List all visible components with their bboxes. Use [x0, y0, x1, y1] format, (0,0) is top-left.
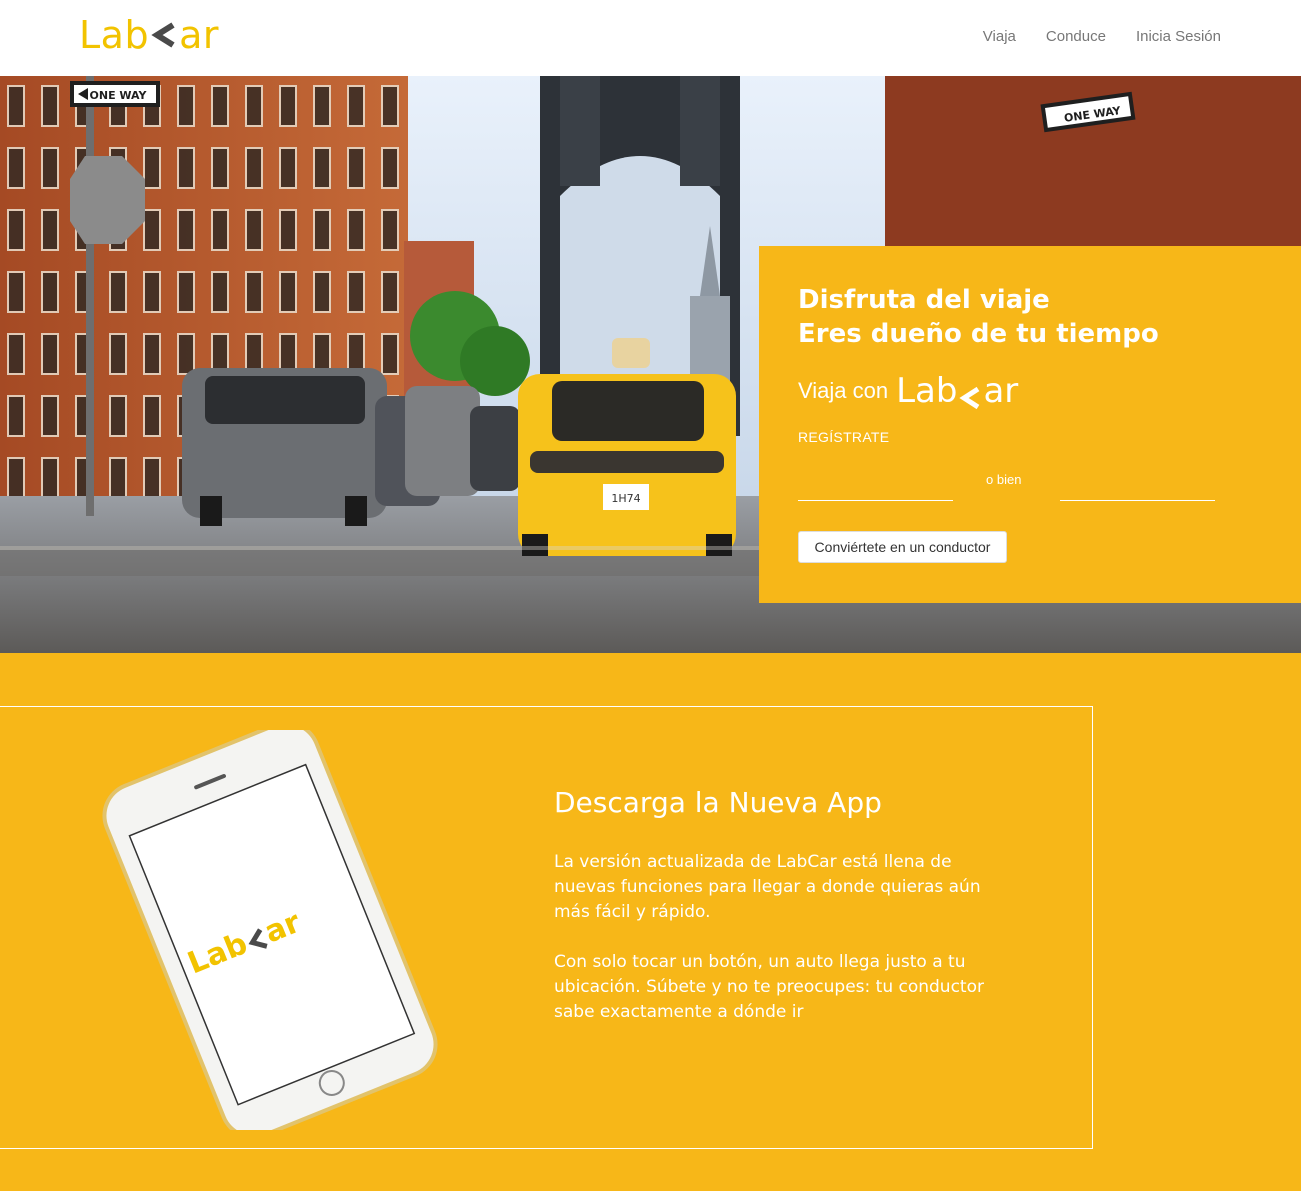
- nav-link-viaja[interactable]: Viaja: [983, 28, 1016, 45]
- nav-link-conduce[interactable]: Conduce: [1046, 28, 1106, 45]
- hero-headline-line2: Eres dueño de tu tiempo: [798, 319, 1159, 349]
- one-way-sign-left-text: ONE WAY: [90, 89, 148, 102]
- viaja-con-row: Viaja con Lab ar: [798, 371, 1018, 411]
- app-paragraph-1: La versión actualizada de LabCar está ll…: [554, 852, 981, 922]
- app-section-title: Descarga la Nueva App: [554, 786, 882, 819]
- divider-left: [798, 500, 953, 501]
- hero-headline: Disfruta del viaje Eres dueño de tu tiem…: [798, 283, 1159, 351]
- chevron-left-icon: [151, 21, 177, 49]
- main-nav: Viaja Conduce Inicia Sesión: [983, 28, 1221, 45]
- site-header: Lab ar Viaja Conduce Inicia Sesión: [0, 0, 1301, 76]
- hero-section: ONE WAY ONE WAY 1H74 Disfruta del viaje …: [0, 76, 1301, 653]
- hero-headline-line1: Disfruta del viaje: [798, 285, 1050, 315]
- logo-text-lab: Lab: [896, 371, 958, 411]
- divider-right: [1060, 500, 1215, 501]
- viaja-con-text: Viaja con: [798, 378, 889, 403]
- chevron-left-icon: [959, 379, 981, 410]
- logo-text-ar: ar: [983, 371, 1019, 411]
- app-paragraph-2: Con solo tocar un botón, un auto llega j…: [554, 952, 984, 1022]
- phone-mockup-image: Lab ar: [102, 730, 438, 1130]
- logo-text-lab: Lab: [79, 13, 150, 57]
- or-text: o bien: [986, 472, 1022, 487]
- labcar-logo-white: Lab ar: [896, 371, 1018, 411]
- logo-text-ar: ar: [179, 13, 219, 57]
- taxi-plate-text: 1H74: [611, 492, 640, 505]
- register-link[interactable]: REGÍSTRATE: [798, 429, 889, 445]
- labcar-logo[interactable]: Lab ar: [79, 12, 219, 58]
- nav-link-inicia-sesion[interactable]: Inicia Sesión: [1136, 28, 1221, 45]
- signup-card: Disfruta del viaje Eres dueño de tu tiem…: [759, 246, 1301, 603]
- become-driver-button[interactable]: Conviértete en un conductor: [798, 531, 1007, 563]
